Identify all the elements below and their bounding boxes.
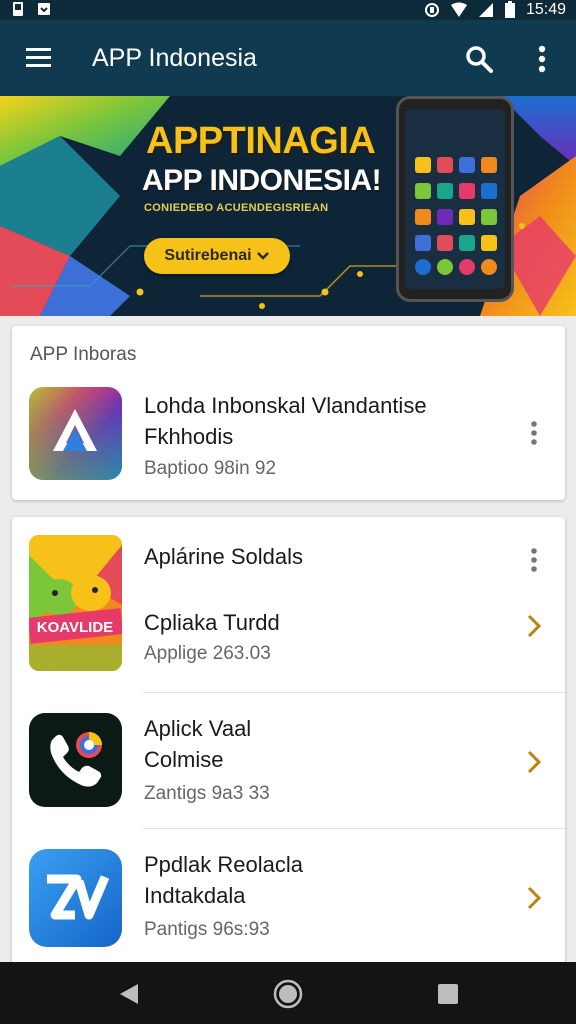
app-list-card: KOAVLIDE Aplárine Soldals Cpliaka Turdd … [12,517,565,967]
app-subtitle: Cpliaka Turdd [144,610,280,635]
featured-app-name-line1: Lohda Inbonskal Vlandantise [144,393,427,418]
wifi-icon [450,2,467,17]
recents-icon[interactable] [433,979,463,1009]
app-list-item[interactable]: Ppdlak Reolacla Indtakdala Pantigs 96s:9… [12,829,565,967]
app-name: Aplárine Soldals [144,544,303,569]
more-vert-icon[interactable] [530,44,554,74]
featured-section-title: APP Inboras [30,344,137,365]
app-meta: Applige 263.03 [144,643,271,664]
featured-app-icon [29,387,122,480]
chevron-down-icon [256,252,269,260]
battery-icon [504,1,515,18]
notification-icon [13,2,23,16]
app-list-item[interactable]: KOAVLIDE Aplárine Soldals Cpliaka Turdd … [12,517,565,692]
status-notifications [10,1,52,17]
chevron-right-icon[interactable] [524,749,544,775]
app-name: Ppdlak Reolacla Indtakdala [144,849,303,911]
more-vert-icon[interactable] [528,547,540,573]
app-meta: Pantigs 96s:93 [144,919,270,940]
app-name-line2: Colmise [144,747,224,772]
status-bar: 15:49 [0,0,576,20]
app-name-line1: Aplick Vaal [144,716,252,741]
app-bar: APP Indonesia [0,20,576,96]
featured-app-meta: Baptioo 98in 92 [144,458,277,479]
app-icon: KOAVLIDE [29,535,122,671]
more-vert-icon[interactable] [528,420,540,446]
signal-icon [478,3,493,17]
banner-headline: APPTINAGIA [146,120,376,162]
app-name-line2: Indtakdala [144,883,246,908]
system-nav-bar [0,962,576,1024]
banner-subheadline: APP INDONESIA! [142,164,382,197]
zv-logo-icon [29,849,122,947]
home-icon[interactable] [273,979,303,1009]
phone-screen [405,109,505,289]
back-icon[interactable] [114,979,144,1009]
app-title: APP Indonesia [92,44,257,72]
chevron-right-icon[interactable] [524,613,544,639]
featured-app-row[interactable]: Lohda Inbonskal Vlandantise Fkhhodis Bap… [12,384,565,490]
search-icon[interactable] [464,44,494,74]
promo-banner[interactable]: APPTINAGIA APP INDONESIA! CONIEDEBO ACUE… [0,96,576,316]
chevron-right-icon[interactable] [524,885,544,911]
featured-app-name: Lohda Inbonskal Vlandantise Fkhhodis [144,390,427,452]
app-name: Aplick Vaal Colmise [144,713,251,775]
featured-app-name-line2: Fkhhodis [144,424,234,449]
app-name-line1: Ppdlak Reolacla [144,852,303,877]
data-saver-icon [424,3,439,17]
banner-cta-label: Sutirebenai [164,247,252,264]
banner-tagline: CONIEDEBO ACUENDEGISRIEAN [144,202,329,214]
phone-illustration [396,96,514,302]
app-icon-text: KOAVLIDE [37,619,113,636]
app-icon [29,713,122,807]
app-meta: Zantigs 9a3 33 [144,783,270,804]
app-list-item[interactable]: Aplick Vaal Colmise Zantigs 9a3 33 [12,693,565,829]
featured-card: APP Inboras Lohda Inbonskal Vlandantise … [12,326,565,500]
cartoon-app-icon: KOAVLIDE [29,535,122,671]
phone-call-icon [29,713,122,807]
menu-icon[interactable] [24,44,54,72]
download-icon [38,3,50,15]
app-icon [29,849,122,947]
triangle-logo-icon [29,387,122,480]
status-time: 15:49 [525,1,566,18]
status-indicators: 15:49 [424,0,566,20]
banner-cta-button[interactable]: Sutirebenai [144,238,290,274]
